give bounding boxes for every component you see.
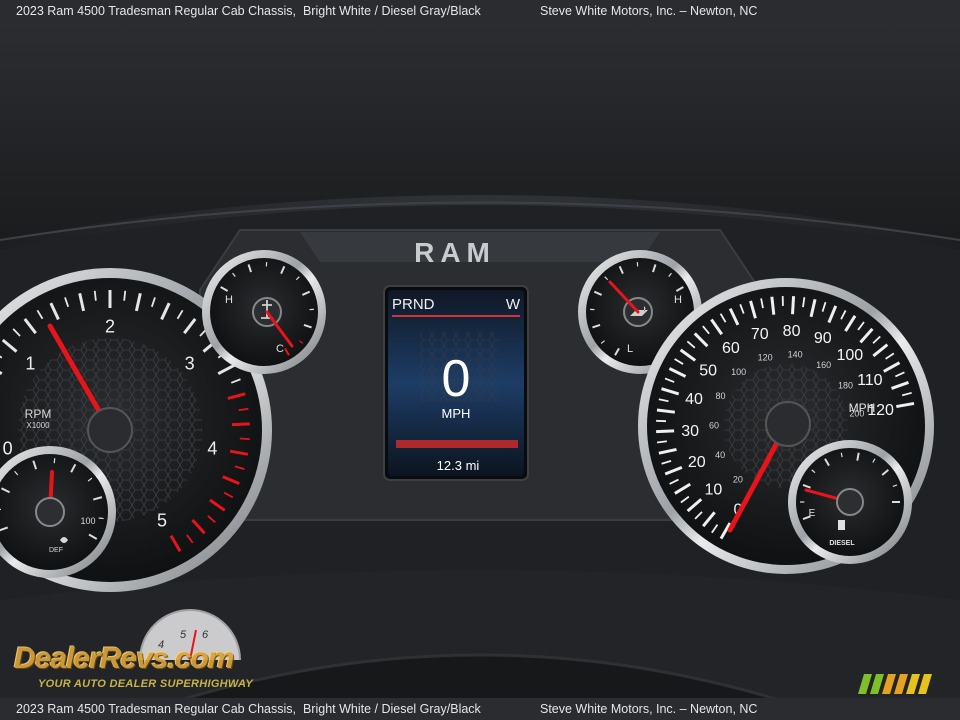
speed-mph-label: 100 xyxy=(836,347,863,364)
speed-kmh-label: 80 xyxy=(716,391,726,401)
caption-bar-bottom: 2023 Ram 4500 Tradesman Regular Cab Chas… xyxy=(0,698,960,720)
gauge-tick xyxy=(656,440,667,444)
tach-label: 4 xyxy=(207,438,217,458)
gauge-tick xyxy=(239,437,250,441)
oil-high-label: H xyxy=(674,294,682,306)
caption-title: 2023 Ram 4500 Tradesman Regular Cab Chas… xyxy=(16,4,481,18)
speed-mph-label: 30 xyxy=(681,423,699,440)
digital-speed-unit: MPH xyxy=(442,406,471,421)
trip-distance: 12.3 mi xyxy=(437,458,480,473)
tach-hub xyxy=(87,407,133,453)
def-name-label: DEF xyxy=(49,547,63,554)
gauge-tick xyxy=(856,452,860,461)
ram-logo: RAM xyxy=(414,237,496,268)
instrument-cluster-photo: RAM 012345 RPM X1000 100 DEF H C H L PRN… xyxy=(0,0,960,720)
watermark-logo: DealerRevs.com xyxy=(14,642,234,675)
speed-mph-label: 40 xyxy=(685,391,703,408)
oil-low-label: L xyxy=(627,343,633,355)
caption-colors: Bright White / Diesel Gray/Black xyxy=(302,4,481,18)
caption-vehicle-bottom: 2023 Ram 4500 Tradesman Regular Cab Chas… xyxy=(16,702,297,716)
speed-mph-label: 70 xyxy=(751,326,769,343)
tach-unit: RPM xyxy=(25,407,52,421)
tach-label: 3 xyxy=(185,353,195,373)
speed-kmh-label: 160 xyxy=(816,360,831,370)
speed-kmh-label: 60 xyxy=(709,421,719,431)
speed-mph-label: 60 xyxy=(722,340,740,357)
gauge-tick xyxy=(791,296,796,315)
def-max-label: 100 xyxy=(80,516,95,526)
tach-label: 1 xyxy=(25,353,35,373)
tach-label: 0 xyxy=(3,438,13,458)
gauge-tick xyxy=(231,422,250,427)
speed-mph-label: 90 xyxy=(814,330,832,347)
speed-mph-label: 110 xyxy=(857,372,883,389)
speed-kmh-label: 40 xyxy=(715,450,725,460)
caption-dealer: Steve White Motors, Inc. – Newton, NC xyxy=(540,4,758,18)
tach-label: 2 xyxy=(105,316,115,336)
gauge-tick xyxy=(98,517,104,520)
fuel-pump-icon xyxy=(838,520,845,530)
digital-speed: 0 xyxy=(442,350,471,408)
speed-unit: MPH xyxy=(849,401,876,415)
coolant-high-label: H xyxy=(225,294,233,306)
watermark-tagline: YOUR AUTO DEALER SUPERHIGHWAY xyxy=(38,678,254,690)
compass-heading: W xyxy=(506,296,521,313)
gauge-tick xyxy=(123,290,127,301)
speed-kmh-label: 180 xyxy=(838,381,853,391)
gear-selector: PRND xyxy=(392,296,435,313)
gauge-tick xyxy=(840,452,843,458)
brand-badge-stripes xyxy=(858,674,932,694)
speed-mph-label: 80 xyxy=(783,323,801,340)
center-display: PRND W 0 MPH 12.3 mi xyxy=(383,285,529,481)
speed-kmh-label: 120 xyxy=(758,352,773,362)
coolant-low-label: C xyxy=(276,343,284,355)
caption-colors-bottom: Bright White / Diesel Gray/Black xyxy=(302,702,481,716)
speed-mph-label: 50 xyxy=(699,362,717,379)
coolant-gauge: H C xyxy=(202,250,326,374)
tach-multiplier: X1000 xyxy=(26,421,50,430)
speed-hub xyxy=(765,401,811,447)
gauge-tick xyxy=(656,429,675,434)
gauge-tick xyxy=(93,290,97,301)
dealerrevs-watermark: DealerRevs.com YOUR AUTO DEALER SUPERHIG… xyxy=(12,628,272,694)
caption-vehicle: 2023 Ram 4500 Tradesman Regular Cab Chas… xyxy=(16,4,297,18)
caption-dealer-bottom: Steve White Motors, Inc. – Newton, NC xyxy=(540,702,758,716)
caption-title-bottom: 2023 Ram 4500 Tradesman Regular Cab Chas… xyxy=(16,702,481,716)
tach-label: 5 xyxy=(157,510,167,530)
speed-kmh-label: 140 xyxy=(788,350,803,360)
speed-kmh-label: 20 xyxy=(733,475,743,485)
gauge-tick xyxy=(770,296,776,315)
fuel-gauge: E DIESEL xyxy=(788,440,912,564)
speed-mph-label: 20 xyxy=(688,454,706,471)
display-red-bar xyxy=(396,440,518,448)
fuel-type-label: DIESEL xyxy=(829,540,855,547)
speed-kmh-label: 100 xyxy=(731,367,746,377)
speed-mph-label: 10 xyxy=(704,481,722,498)
fuel-empty-label: E xyxy=(809,508,816,519)
caption-bar-top: 2023 Ram 4500 Tradesman Regular Cab Chas… xyxy=(0,0,960,22)
